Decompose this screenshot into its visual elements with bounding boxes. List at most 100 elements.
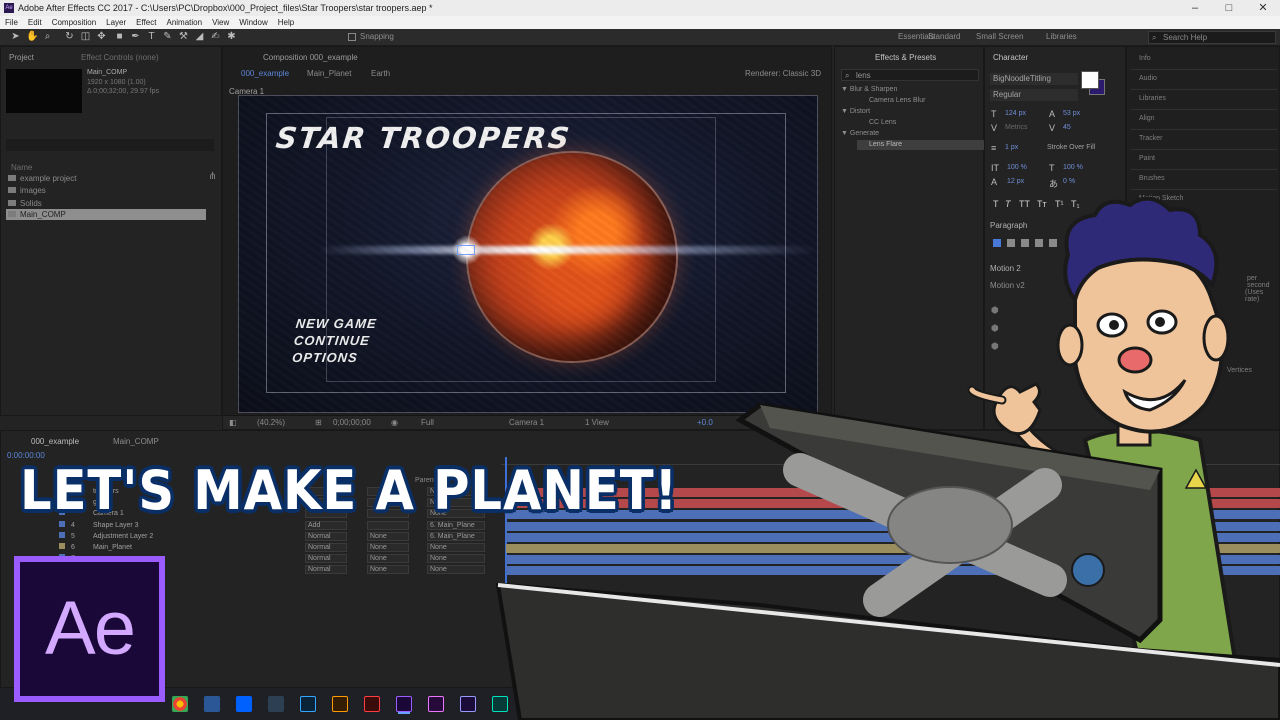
close-button[interactable]: ✕	[1246, 0, 1280, 16]
menu-animation[interactable]: Animation	[161, 18, 207, 27]
camera-dropdown[interactable]: Camera 1	[509, 418, 544, 427]
views-dropdown[interactable]: 1 View	[585, 418, 609, 427]
layer-label-color[interactable]	[59, 531, 65, 538]
horizontal-scale-value[interactable]: 100 %	[1063, 164, 1083, 171]
resolution-dropdown[interactable]: Full	[421, 418, 434, 427]
menu-window[interactable]: Window	[234, 18, 272, 27]
tracking-value[interactable]: 45	[1063, 124, 1071, 131]
layer-duration-bar[interactable]	[506, 566, 1280, 576]
subscript-button[interactable]: T₁	[1071, 199, 1080, 209]
audition-icon[interactable]	[492, 696, 508, 712]
timeline-tab-000-example[interactable]: 000_example	[31, 437, 79, 446]
app-icon[interactable]	[652, 696, 668, 712]
layer-name[interactable]: Main_Planet	[93, 543, 132, 553]
track-matte-dropdown[interactable]: None	[367, 543, 409, 552]
timeline-layer-row[interactable]: 4 Shape Layer 3 Add 6. Main_Plane	[1, 520, 501, 531]
dropbox-icon[interactable]	[236, 696, 252, 712]
pan-behind-tool-icon[interactable]: ✥	[96, 31, 107, 42]
eraser-tool-icon[interactable]: ◢	[194, 31, 205, 42]
character-tab[interactable]: Character	[993, 53, 1028, 62]
roto-brush-tool-icon[interactable]: ✍	[210, 31, 221, 42]
workspace-libraries[interactable]: Libraries	[1046, 32, 1077, 41]
small-caps-button[interactable]: Tт	[1037, 199, 1047, 209]
current-time-display[interactable]: 0;00;00;00	[333, 418, 371, 427]
puppet-tool-icon[interactable]: ✱	[226, 31, 237, 42]
timeline-layer-row[interactable]: 6 Main_Planet Normal None None	[1, 543, 501, 553]
flare-center-handle[interactable]	[457, 245, 475, 255]
leading-value[interactable]: 53 px	[1063, 110, 1080, 117]
effect-item-selected[interactable]: Lens Flare	[857, 140, 985, 150]
effect-controls-tab[interactable]: Effect Controls (none)	[81, 53, 159, 62]
project-search-input[interactable]	[6, 139, 214, 151]
blend-mode-dropdown[interactable]: Normal	[305, 531, 347, 541]
chrome-icon[interactable]	[172, 696, 188, 712]
effect-category[interactable]: ▼ Distort	[841, 107, 870, 117]
photoshop-icon[interactable]	[300, 696, 316, 712]
maximize-button[interactable]: □	[1212, 0, 1246, 16]
brushes-panel-tab[interactable]: Brushes	[1139, 175, 1165, 182]
layer-label-color[interactable]	[59, 543, 65, 549]
track-matte-dropdown[interactable]: None	[367, 554, 409, 564]
project-folder[interactable]: Solids	[6, 198, 206, 209]
all-caps-button[interactable]: TT	[1019, 199, 1030, 209]
faux-bold-button[interactable]: T	[993, 199, 999, 209]
project-tab[interactable]: Project	[9, 53, 34, 62]
illustrator-icon[interactable]	[332, 696, 348, 712]
hand-tool-icon[interactable]: ✋	[26, 31, 38, 42]
info-panel-tab[interactable]: Info	[1139, 55, 1151, 62]
motion-sketch-panel-tab[interactable]: Motion Sketch	[1139, 195, 1183, 202]
layer-duration-bar[interactable]	[506, 532, 1280, 542]
app-icon[interactable]	[684, 696, 700, 712]
app-icon[interactable]	[556, 696, 572, 712]
project-folder[interactable]: images	[6, 185, 206, 196]
font-family-dropdown[interactable]: BigNoodleTitling	[990, 73, 1078, 85]
renderer-setting[interactable]: Renderer: Classic 3D	[745, 69, 821, 78]
font-size-value[interactable]: 124 px	[1005, 110, 1026, 117]
rectangle-tool-icon[interactable]: ■	[114, 31, 125, 42]
menu-view[interactable]: View	[207, 18, 234, 27]
vertical-scale-value[interactable]: 100 %	[1007, 164, 1027, 171]
menu-file[interactable]: File	[0, 18, 23, 27]
search-help-input[interactable]: ⌕ Search Help	[1148, 31, 1276, 44]
layer-duration-bar[interactable]	[506, 555, 1280, 565]
snapshot-icon[interactable]: ◉	[391, 418, 398, 427]
layer-duration-bar[interactable]	[506, 521, 1280, 531]
comp-tab-main-planet[interactable]: Main_Planet	[307, 69, 351, 78]
comp-tab-000-example[interactable]: 000_example	[241, 69, 289, 78]
character-animator-icon[interactable]	[428, 696, 444, 712]
track-matte-dropdown[interactable]: None	[367, 565, 409, 575]
tsume-value[interactable]: 0 %	[1063, 178, 1075, 185]
menu-effect[interactable]: Effect	[131, 18, 161, 27]
justify-left-icon[interactable]	[1035, 239, 1043, 247]
zoom-tool-icon[interactable]: ⌕	[42, 31, 53, 42]
motion-version-dropdown[interactable]: Motion v2	[990, 281, 1025, 290]
track-matte-dropdown[interactable]: None	[367, 531, 409, 541]
faux-italic-button[interactable]: T	[1005, 199, 1011, 209]
menu-help[interactable]: Help	[273, 18, 299, 27]
vertices-dropdown[interactable]: Vertices	[1227, 367, 1252, 374]
align-right-icon[interactable]	[1021, 239, 1029, 247]
audio-panel-tab[interactable]: Audio	[1139, 75, 1157, 82]
menu-composition[interactable]: Composition	[47, 18, 101, 27]
kerning-value[interactable]: Metrics	[1005, 124, 1028, 131]
stroke-width-value[interactable]: 1 px	[1005, 144, 1018, 151]
animate-icon[interactable]	[364, 696, 380, 712]
paragraph-panel-header[interactable]: Paragraph	[990, 221, 1027, 230]
comp-tab-earth[interactable]: Earth	[371, 69, 390, 78]
align-left-icon[interactable]	[993, 239, 1001, 247]
app-icon[interactable]	[620, 696, 636, 712]
effect-category[interactable]: ▼ Blur & Sharpen	[841, 85, 897, 95]
timeline-tab-main-comp[interactable]: Main_COMP	[113, 437, 159, 446]
after-effects-taskbar-icon[interactable]	[396, 696, 412, 712]
superscript-button[interactable]: T¹	[1055, 199, 1064, 209]
fill-color-swatch[interactable]	[1081, 71, 1099, 89]
tracker-panel-tab[interactable]: Tracker	[1139, 135, 1162, 142]
rotate-tool-icon[interactable]: ↻	[64, 31, 75, 42]
timeline-layer-row[interactable]: 5 Adjustment Layer 2 Normal None 6. Main_Pla…	[1, 531, 501, 542]
effect-category[interactable]: ▼ Generate	[841, 129, 879, 139]
paint-panel-tab[interactable]: Paint	[1139, 155, 1155, 162]
align-center-icon[interactable]	[1007, 239, 1015, 247]
grid-icon[interactable]: ⊞	[315, 418, 322, 427]
composition-tab[interactable]: Composition 000_example	[263, 53, 358, 62]
effects-presets-tab[interactable]: Effects & Presets	[875, 53, 936, 62]
